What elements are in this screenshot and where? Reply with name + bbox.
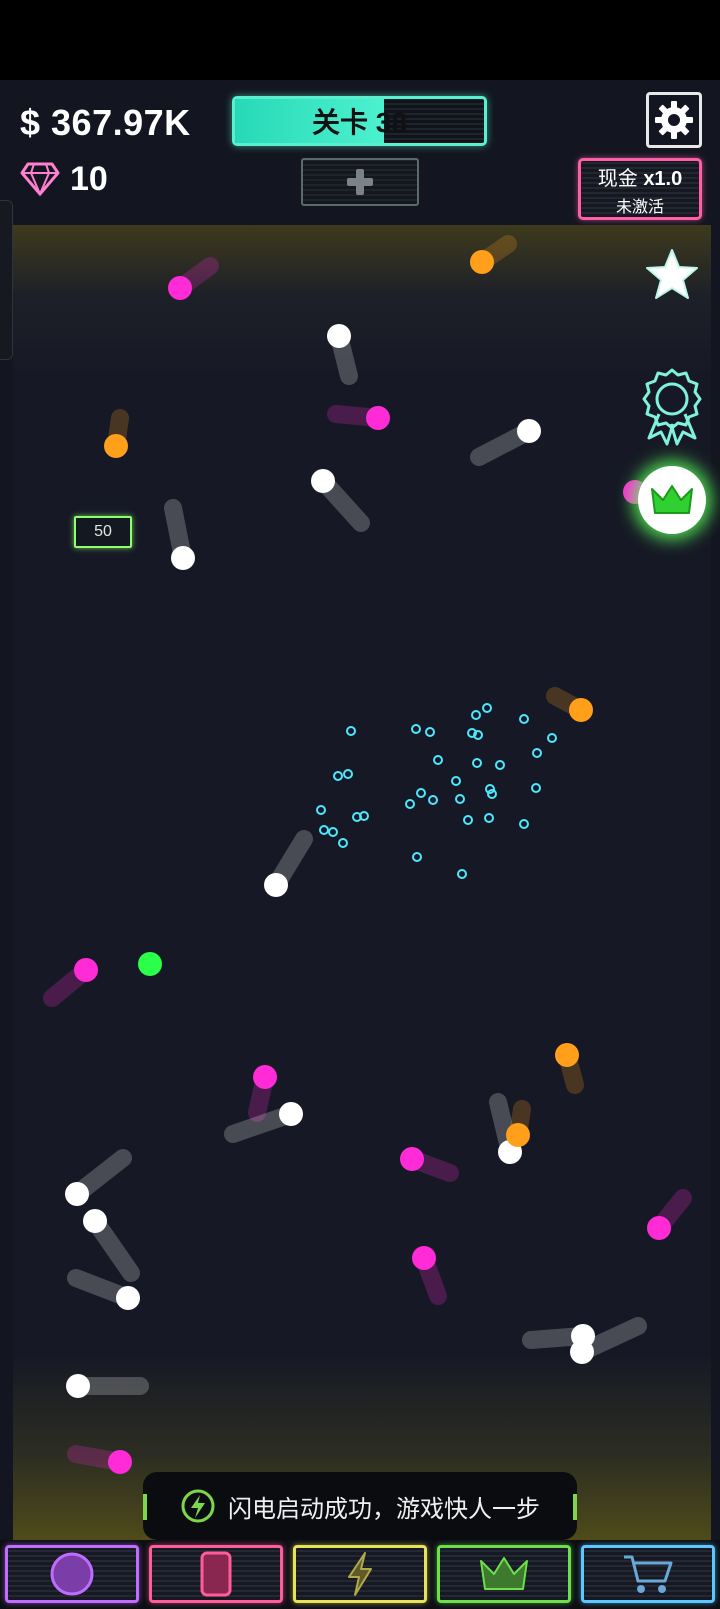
arena-canvas	[43, 235, 692, 1474]
settings-button[interactable]	[646, 92, 702, 148]
achievements-button[interactable]	[638, 366, 706, 446]
particle	[495, 760, 505, 770]
ribbon-badge-icon	[642, 368, 702, 446]
cash-label: 现金	[597, 167, 638, 190]
particle	[547, 733, 557, 743]
ball	[171, 546, 195, 570]
plus-icon	[347, 169, 373, 195]
ball	[168, 276, 192, 300]
particle	[484, 813, 494, 823]
particle	[531, 783, 541, 793]
particle	[519, 819, 529, 829]
particle	[433, 755, 443, 765]
particle	[519, 714, 529, 724]
ball	[279, 1102, 303, 1126]
ball	[104, 434, 128, 458]
ball	[366, 406, 390, 430]
particle	[485, 784, 495, 794]
particle	[338, 838, 348, 848]
star-icon	[646, 249, 698, 299]
level-progress-bar: 关卡 38	[232, 96, 487, 146]
particle	[346, 726, 356, 736]
crown-icon	[651, 485, 693, 514]
level-label: 关卡 38	[312, 107, 407, 138]
particle	[471, 710, 481, 720]
ball	[400, 1147, 424, 1171]
particle	[412, 852, 422, 862]
ball	[116, 1286, 140, 1310]
ball	[470, 250, 494, 274]
lightning-icon	[348, 1552, 372, 1596]
toast-accent-right	[573, 1494, 577, 1520]
toast-message: 闪电启动成功，游戏快人一步	[228, 1495, 540, 1523]
ball	[506, 1123, 530, 1147]
ball	[311, 469, 335, 493]
ball	[65, 1182, 89, 1206]
ball	[264, 873, 288, 897]
lightning-icon	[181, 1489, 215, 1523]
gem-count: 10	[70, 159, 108, 198]
balls	[65, 250, 671, 1474]
particle	[333, 771, 343, 781]
particle	[411, 724, 421, 734]
particle	[455, 794, 465, 804]
ball-trails	[43, 235, 692, 1471]
toast-accent-left	[143, 1494, 147, 1520]
tab-lightning[interactable]	[293, 1545, 427, 1603]
gear-icon	[655, 101, 693, 139]
notification-toast: 闪电启动成功，游戏快人一步	[143, 1472, 577, 1540]
ball	[83, 1209, 107, 1233]
status-bar	[0, 0, 720, 80]
game-arena[interactable]	[13, 225, 711, 1540]
particle	[405, 799, 415, 809]
tab-shop[interactable]	[581, 1545, 715, 1603]
tab-balls[interactable]	[5, 1545, 139, 1603]
crown-icon	[480, 1557, 528, 1590]
brick-block: 50	[74, 516, 132, 548]
particle	[416, 788, 426, 798]
ball	[253, 1065, 277, 1089]
cash-multiplier-button[interactable]: 现金 x1.0 未激活	[578, 158, 702, 220]
tab-crown[interactable]	[437, 1545, 571, 1603]
ball	[555, 1043, 579, 1067]
tab-cards[interactable]	[149, 1545, 283, 1603]
particle	[343, 769, 353, 779]
ball	[570, 1340, 594, 1364]
particle	[457, 869, 467, 879]
particle	[428, 795, 438, 805]
particle	[451, 776, 461, 786]
ball	[569, 698, 593, 722]
particle	[319, 825, 329, 835]
ball	[327, 324, 351, 348]
ball	[412, 1246, 436, 1270]
ball	[74, 958, 98, 982]
particle-cluster	[316, 703, 557, 879]
ball	[66, 1374, 90, 1398]
cash-title: 现金 x1.0	[598, 162, 683, 191]
particle	[482, 703, 492, 713]
particle	[487, 789, 497, 799]
ball	[647, 1216, 671, 1240]
money-counter: $ 367.97K	[20, 102, 191, 143]
add-button[interactable]	[301, 158, 419, 206]
gem-counter: 10	[20, 154, 108, 204]
particle	[463, 815, 473, 825]
ball	[138, 952, 162, 976]
ball	[517, 419, 541, 443]
particle	[532, 748, 542, 758]
particle	[472, 758, 482, 768]
card-icon	[200, 1551, 232, 1597]
cash-status: 未激活	[615, 198, 664, 216]
particle	[425, 727, 435, 737]
crown-button[interactable]	[638, 466, 706, 534]
particle	[328, 827, 338, 837]
star-button[interactable]	[640, 244, 704, 304]
particle	[316, 805, 326, 815]
ball-icon	[50, 1552, 94, 1596]
ball	[108, 1450, 132, 1474]
side-drawer-handle[interactable]	[0, 200, 13, 360]
gem-icon	[20, 162, 60, 197]
cart-icon	[624, 1555, 673, 1593]
cash-multiplier: x1.0	[643, 167, 683, 190]
